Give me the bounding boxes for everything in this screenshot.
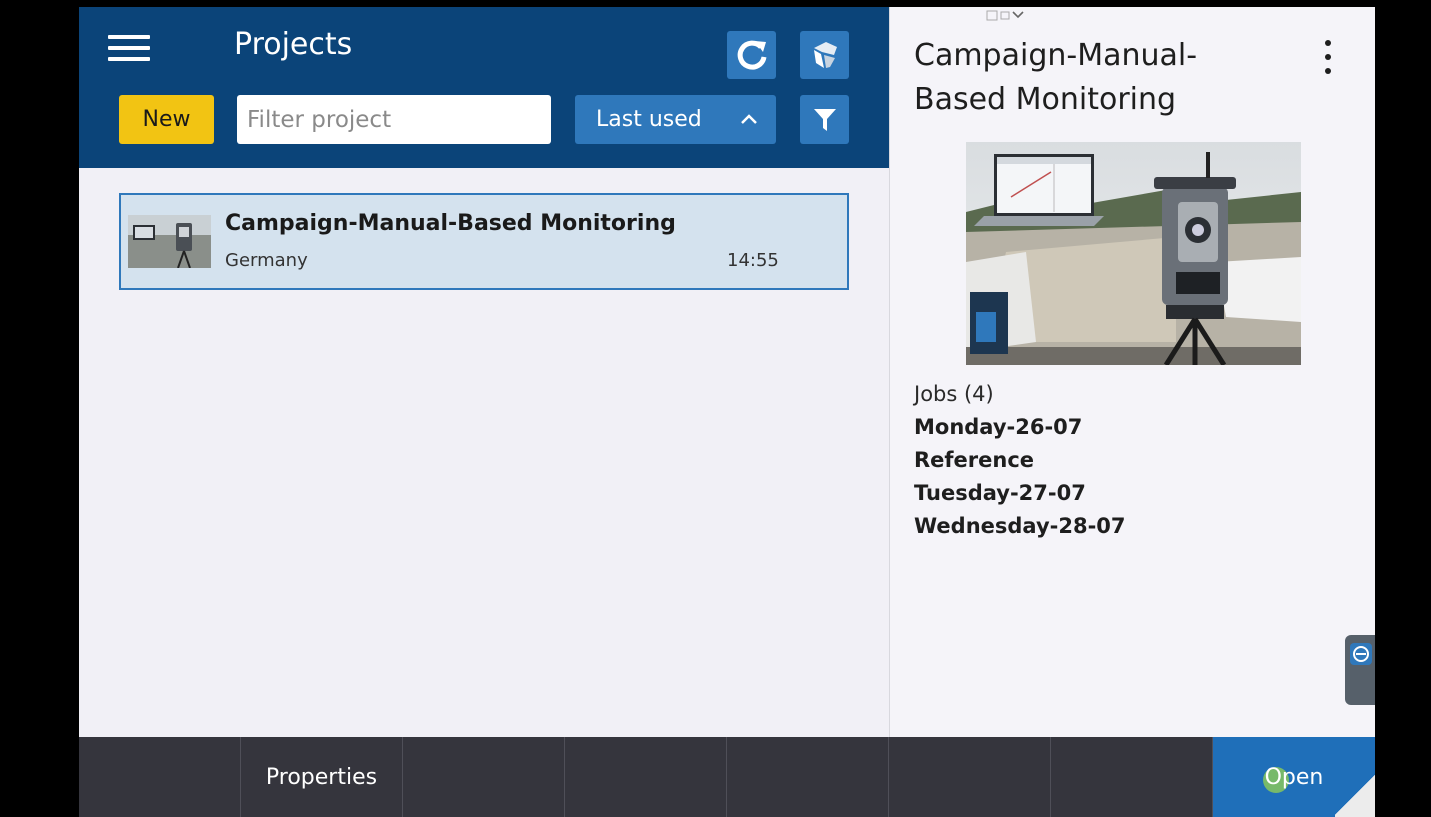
sort-dropdown[interactable]: Last used xyxy=(575,95,776,144)
bottom-slot-7[interactable] xyxy=(1051,737,1213,817)
refresh-button[interactable] xyxy=(727,31,776,79)
job-item[interactable]: Wednesday-28-07 xyxy=(914,514,1126,538)
menu-icon[interactable] xyxy=(108,33,150,63)
project-name: Campaign-Manual-Based Monitoring xyxy=(225,211,676,236)
project-thumbnail xyxy=(128,215,211,268)
app-window: Projects New Last used xyxy=(79,7,1375,817)
grip-icon xyxy=(986,10,1024,21)
job-item[interactable]: Monday-26-07 xyxy=(914,415,1082,439)
bottom-slot-3[interactable] xyxy=(403,737,565,817)
project-time: 14:55 xyxy=(727,250,779,271)
sort-label: Last used xyxy=(596,107,702,132)
bottom-action-bar: Properties Open xyxy=(79,737,1375,817)
page-title: Projects xyxy=(234,27,353,62)
detail-title: Campaign-Manual-Based Monitoring xyxy=(914,38,1198,117)
page-peel-corner xyxy=(1335,773,1375,817)
header-bar: Projects New Last used xyxy=(79,7,889,168)
panel-drag-handle[interactable] xyxy=(985,8,1039,25)
job-item[interactable]: Tuesday-27-07 xyxy=(914,481,1086,505)
project-image xyxy=(966,142,1301,365)
job-item[interactable]: Reference xyxy=(914,448,1034,472)
properties-button[interactable]: Properties xyxy=(241,737,403,817)
project-location: Germany xyxy=(225,250,308,271)
bottom-slot-6[interactable] xyxy=(889,737,1051,817)
open-button[interactable]: Open xyxy=(1213,737,1375,817)
bottom-slot-5[interactable] xyxy=(727,737,889,817)
refresh-icon xyxy=(737,40,766,70)
filter-funnel-button[interactable] xyxy=(800,95,849,144)
open-button-label: Open xyxy=(1264,764,1324,790)
kebab-menu-icon[interactable] xyxy=(1322,40,1334,74)
remote-control-icon xyxy=(1350,643,1372,665)
bottom-slot-4[interactable] xyxy=(565,737,727,817)
filter-project-input[interactable] xyxy=(237,95,551,144)
project-detail-panel: Campaign-Manual-Based Monitoring Jobs (4… xyxy=(889,7,1375,737)
side-panel-tab[interactable] xyxy=(1345,635,1375,705)
project-list-item[interactable]: Campaign-Manual-Based Monitoring Germany… xyxy=(119,193,849,290)
new-project-button[interactable]: New xyxy=(119,95,214,144)
cloud-sync-icon xyxy=(813,42,837,68)
chevron-up-icon xyxy=(741,114,757,124)
funnel-icon xyxy=(813,108,836,131)
jobs-count-label: Jobs (4) xyxy=(914,382,994,406)
cloud-sync-button[interactable] xyxy=(800,31,849,79)
bottom-slot-1[interactable] xyxy=(79,737,241,817)
